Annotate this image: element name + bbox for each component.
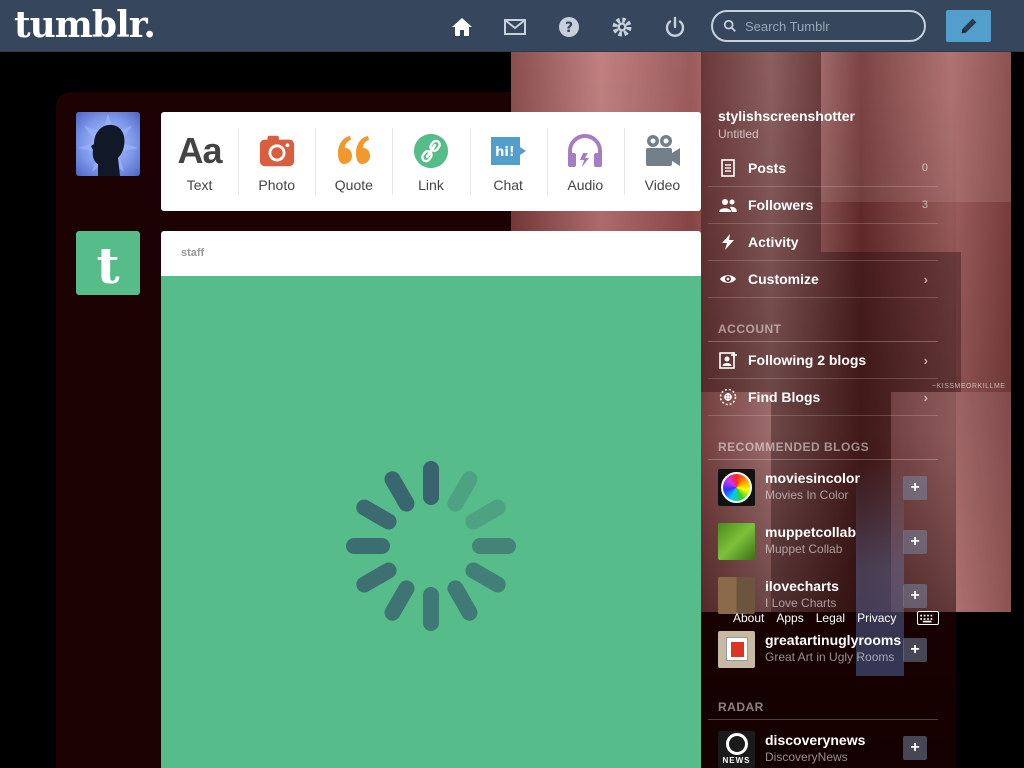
post-chat-button[interactable]: hi! Chat: [469, 112, 547, 211]
footer-link-privacy[interactable]: Privacy: [857, 611, 896, 625]
chevron-right-icon: ›: [923, 389, 928, 405]
logout-icon[interactable]: [661, 13, 689, 41]
pencil-icon: [961, 18, 976, 34]
svg-text:t: t: [96, 236, 119, 295]
muppetcollab-avatar: [718, 522, 755, 560]
account-heading: ACCOUNT: [718, 322, 782, 336]
radar-heading: RADAR: [718, 700, 764, 714]
keyboard-shortcuts-icon[interactable]: [917, 611, 939, 625]
user-avatar[interactable]: [76, 112, 140, 176]
post-author[interactable]: staff: [161, 231, 701, 276]
spinner-segment: [447, 580, 478, 621]
settings-icon[interactable]: [608, 13, 636, 41]
sidebar-item-following[interactable]: Following 2 blogs ›: [708, 342, 938, 379]
text-icon: Aa: [177, 129, 223, 171]
spinner-segment: [346, 538, 390, 554]
eye-icon: [718, 269, 738, 289]
svg-text:hi!: hi!: [495, 145, 515, 160]
inbox-icon[interactable]: [501, 13, 529, 41]
spinner-segment: [465, 562, 506, 593]
blog-subtitle: Untitled: [718, 127, 759, 141]
users-icon: [718, 195, 738, 215]
right-sidebar: stylishscreenshotter Untitled Posts 0 Fo…: [701, 92, 956, 768]
svg-text:?: ?: [565, 20, 573, 36]
sidebar-item-customize[interactable]: Customize ›: [708, 261, 938, 298]
post-type-bar: Aa Text Photo Quote Link hi! Chat Audio: [161, 112, 701, 211]
headphones-icon: [565, 131, 605, 171]
follow-button[interactable]: +: [903, 530, 927, 554]
camera-icon: [257, 131, 297, 171]
greatartinuglyrooms-avatar: [718, 630, 755, 668]
spinner-segment: [384, 580, 415, 621]
post-link-button[interactable]: Link: [392, 112, 469, 211]
tumblr-logo[interactable]: tumblr.: [14, 4, 156, 46]
sidebar-item-activity[interactable]: Activity: [708, 224, 938, 261]
sidebar-item-posts[interactable]: Posts 0: [708, 150, 938, 187]
help-icon[interactable]: ?: [555, 13, 583, 41]
link-icon: [411, 131, 451, 171]
spinner-segment: [423, 461, 439, 505]
spinner-segment: [356, 562, 397, 593]
post-audio-button[interactable]: Audio: [546, 112, 624, 211]
follow-button[interactable]: +: [903, 638, 927, 662]
ilovecharts-avatar: [718, 576, 755, 614]
divider: [708, 719, 938, 720]
compose-button[interactable]: [946, 10, 991, 42]
chat-icon: hi!: [488, 131, 528, 171]
staff-avatar[interactable]: t: [76, 231, 140, 295]
top-header: tumblr. ?: [0, 0, 1024, 52]
discovery-logo-icon: NEWS: [718, 730, 755, 768]
video-camera-icon: [642, 131, 682, 171]
follow-button[interactable]: +: [903, 584, 927, 608]
spinner-segment: [447, 471, 478, 512]
footer-link-apps[interactable]: Apps: [776, 611, 803, 625]
search-icon: [723, 19, 736, 32]
image-watermark: ~KISSMEORKILLME: [932, 383, 1006, 390]
dashboard-post: staff: [161, 231, 701, 768]
moviesincolor-avatar: [718, 468, 755, 506]
home-icon[interactable]: [448, 13, 476, 41]
post-text-button[interactable]: Aa Text: [161, 112, 238, 211]
sidebar-item-followers[interactable]: Followers 3: [708, 187, 938, 224]
divider: [708, 459, 938, 460]
follow-button[interactable]: +: [903, 736, 927, 760]
search-input[interactable]: [745, 18, 915, 34]
post-photo-button[interactable]: Photo: [238, 112, 315, 211]
follow-button[interactable]: +: [903, 476, 927, 500]
recommended-heading: RECOMMENDED BLOGS: [718, 440, 870, 454]
footer-link-legal[interactable]: Legal: [816, 611, 845, 625]
sidebar-item-find-blogs[interactable]: Find Blogs ›: [708, 379, 938, 416]
spinner-segment: [356, 499, 397, 530]
chevron-right-icon: ›: [923, 352, 928, 368]
search-box: [711, 10, 926, 42]
followers-count: 3: [921, 199, 928, 211]
lightning-icon: [718, 232, 738, 252]
quote-icon: [334, 131, 374, 171]
footer-link-about[interactable]: About: [733, 611, 764, 625]
post-media: [161, 276, 701, 768]
spinner-segment: [465, 499, 506, 530]
document-icon: [718, 158, 738, 178]
post-video-button[interactable]: Video: [623, 112, 701, 211]
posts-count: 0: [921, 162, 928, 174]
compass-icon: [718, 387, 738, 407]
contact-icon: [718, 350, 738, 370]
loading-spinner-icon: [346, 461, 516, 631]
footer-links: About Apps Legal Privacy: [733, 611, 896, 625]
blog-name[interactable]: stylishscreenshotter: [718, 108, 855, 124]
spinner-segment: [472, 538, 516, 554]
spinner-segment: [423, 587, 439, 631]
chevron-right-icon: ›: [923, 271, 928, 287]
spinner-segment: [384, 471, 415, 512]
post-quote-button[interactable]: Quote: [315, 112, 392, 211]
